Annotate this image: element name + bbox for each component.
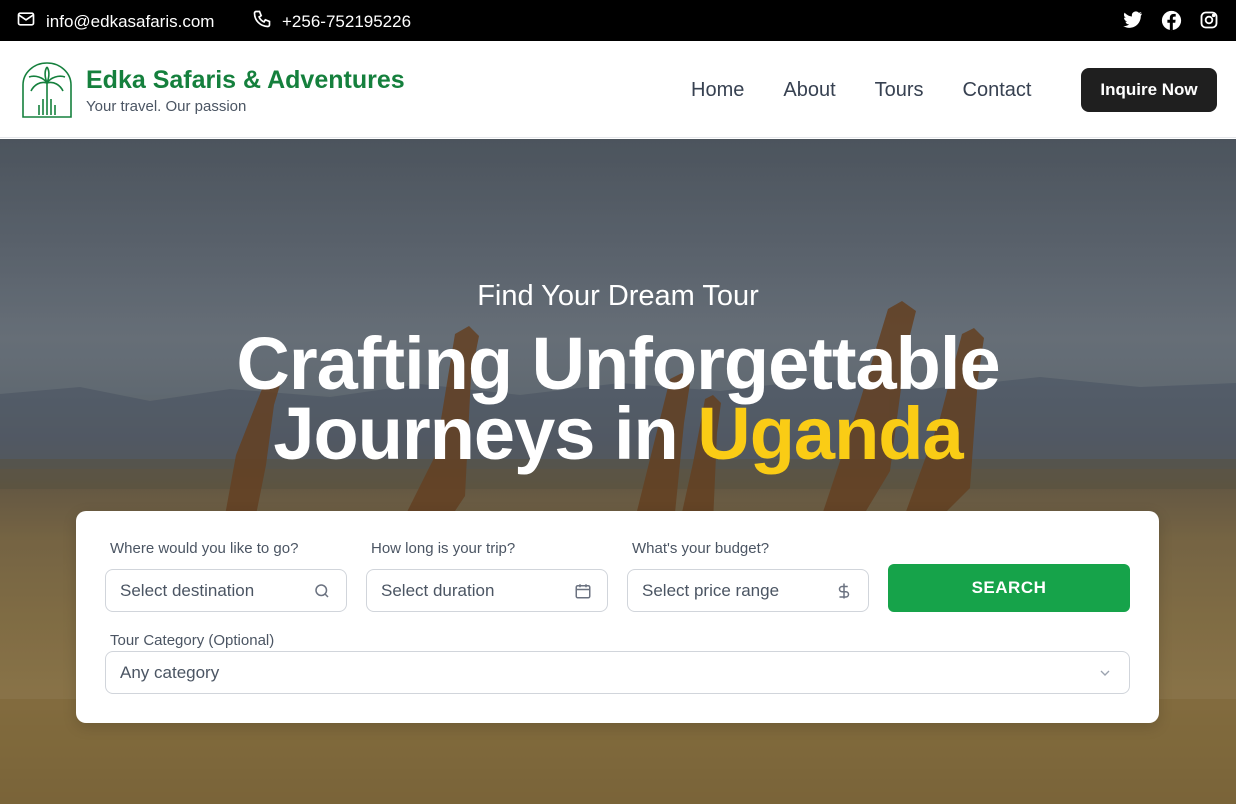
dollar-icon [834, 581, 854, 601]
hero-subtitle: Find Your Dream Tour [477, 280, 759, 312]
palm-logo-icon[interactable] [20, 61, 74, 119]
duration-label: How long is your trip? [371, 540, 516, 557]
twitter-icon[interactable] [1122, 9, 1144, 31]
duration-select[interactable]: Select duration [366, 569, 608, 612]
site-header: Edka Safaris & Adventures Your travel. O… [0, 41, 1236, 138]
search-button[interactable]: SEARCH [888, 564, 1130, 612]
main-nav: Home About Tours Contact [691, 79, 1031, 102]
top-contact-bar: info@edkasafaris.com +256-752195226 [0, 0, 1236, 41]
nav-home[interactable]: Home [691, 79, 744, 102]
nav-about[interactable]: About [783, 79, 835, 102]
hero-title-line2: Journeys in Uganda [0, 397, 1236, 471]
chevron-down-icon [1095, 663, 1115, 683]
category-label: Tour Category (Optional) [110, 632, 275, 649]
destination-select[interactable]: Select destination [105, 569, 347, 612]
category-value: Any category [120, 662, 220, 682]
budget-label: What's your budget? [632, 540, 770, 557]
facebook-icon[interactable] [1160, 9, 1182, 31]
instagram-icon[interactable] [1198, 9, 1220, 31]
phone-text: +256-752195226 [282, 11, 412, 31]
nav-tours[interactable]: Tours [875, 79, 924, 102]
category-select[interactable]: Any category [105, 651, 1130, 694]
email-text: info@edkasafaris.com [46, 11, 215, 31]
tour-search-card: Where would you like to go? Select desti… [76, 511, 1159, 723]
brand-name[interactable]: Edka Safaris & Adventures [86, 66, 405, 95]
hero-title-line1: Crafting Unforgettable [236, 322, 1000, 405]
phone-icon [252, 9, 272, 34]
destination-label: Where would you like to go? [110, 540, 299, 557]
budget-select[interactable]: Select price range [627, 569, 869, 612]
budget-placeholder: Select price range [642, 580, 780, 600]
nav-contact[interactable]: Contact [963, 79, 1032, 102]
hero-title-line2-prefix: Journeys in [273, 392, 698, 475]
mail-icon [16, 9, 36, 34]
email-link[interactable]: info@edkasafaris.com [16, 9, 214, 34]
duration-placeholder: Select duration [381, 580, 495, 600]
calendar-icon [573, 581, 593, 601]
hero-title: Crafting Unforgettable Journeys in Ugand… [0, 322, 1236, 471]
brand-tagline: Your travel. Our passion [86, 98, 247, 115]
social-links [1122, 9, 1220, 31]
destination-placeholder: Select destination [120, 580, 255, 600]
hero-title-accent: Uganda [697, 392, 963, 475]
search-icon [312, 581, 332, 601]
inquire-now-button[interactable]: Inquire Now [1081, 68, 1217, 112]
phone-link[interactable]: +256-752195226 [252, 9, 411, 34]
